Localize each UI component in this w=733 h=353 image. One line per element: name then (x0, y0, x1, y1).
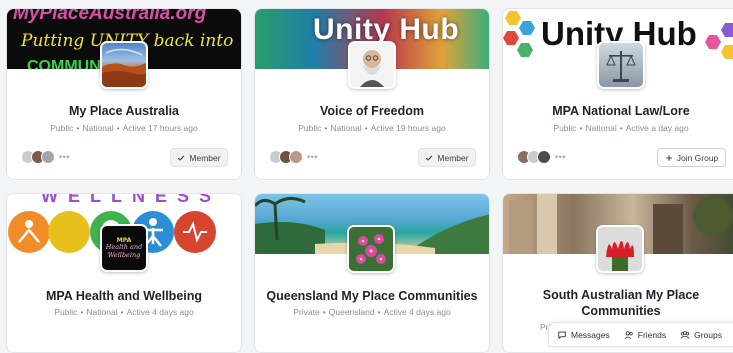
message-bubble-icon (558, 331, 566, 339)
more-icon: ••• (59, 152, 70, 162)
group-title[interactable]: Voice of Freedom (255, 103, 489, 119)
group-avatar[interactable] (597, 41, 645, 89)
group-scope: Queensland (328, 307, 375, 317)
group-title-line-2[interactable]: Communities (503, 303, 733, 319)
member-avatars[interactable]: ••• (517, 149, 566, 165)
group-scope: National (330, 123, 362, 133)
group-title[interactable]: My Place Australia (7, 103, 241, 119)
member-avatar (537, 150, 551, 164)
group-avatar[interactable] (596, 225, 644, 273)
group-activity: Active 4 days ago (383, 307, 451, 317)
group-avatar[interactable] (100, 41, 148, 89)
member-button[interactable]: Member (170, 148, 228, 167)
group-card-queensland-my-place-communities[interactable]: Queensland My Place Communities Private •… (254, 193, 490, 353)
avatar-text: Wellbeing (107, 250, 141, 259)
group-title[interactable]: South Australian My Place (503, 287, 733, 303)
group-privacy: Public (54, 307, 78, 317)
group-meta: Private • Queensland • Active 4 days ago (293, 307, 451, 317)
group-privacy: Public (553, 123, 577, 133)
group-scope: National (82, 123, 114, 133)
messages-button[interactable]: Messages (557, 330, 610, 340)
group-privacy: Public (298, 123, 322, 133)
groups-button[interactable]: Groups (680, 330, 722, 340)
group-meta: Public • National • Active 19 hours ago (298, 123, 446, 133)
groups-icon (680, 330, 690, 339)
outback-image-icon (102, 48, 146, 87)
groups-grid: MyPlaceAustralia.org Putting UNITY back … (0, 0, 733, 353)
group-avatar[interactable]: MPA Health and Wellbeing (100, 224, 148, 272)
group-card-my-place-australia[interactable]: MyPlaceAustralia.org Putting UNITY back … (6, 8, 242, 180)
friends-label: Friends (637, 329, 667, 340)
friends-icon (624, 330, 633, 339)
member-avatars[interactable]: ••• (269, 149, 318, 165)
group-activity: Active 17 hours ago (122, 123, 198, 133)
check-icon (426, 155, 433, 161)
check-icon (178, 155, 185, 161)
group-card-voice-of-freedom[interactable]: Unity Hub Voice of Freedom Public • Nation… (254, 8, 490, 180)
member-avatar (41, 150, 55, 164)
group-activity: Active 19 hours ago (370, 123, 446, 133)
member-button-label: Member (437, 152, 469, 163)
red-flower-icon (598, 227, 642, 271)
group-title[interactable]: MPA National Law/Lore (503, 103, 733, 119)
join-group-button-label: Join Group (676, 152, 719, 163)
group-avatar[interactable] (348, 41, 396, 89)
group-title[interactable]: Queensland My Place Communities (255, 288, 489, 304)
group-card-mpa-national-law-lore[interactable]: Unity Hub MPA National Law/Lore Public • N… (502, 8, 733, 180)
group-activity: Active 4 days ago (126, 307, 194, 317)
member-button[interactable]: Member (418, 148, 476, 167)
friends-button[interactable]: Friends (624, 330, 666, 340)
scales-of-justice-icon (606, 51, 636, 82)
group-meta: Public • National • Active a day ago (553, 123, 689, 133)
bottom-chat-bar: Messages Friends Groups (548, 322, 733, 347)
more-icon: ••• (307, 152, 318, 162)
group-title[interactable]: MPA Health and Wellbeing (7, 288, 241, 304)
group-privacy: Public (50, 123, 74, 133)
group-scope: National (86, 307, 118, 317)
orchid-flower-icon (349, 227, 393, 271)
group-privacy: Private (293, 307, 320, 317)
group-avatar[interactable] (347, 225, 395, 273)
group-activity: Active a day ago (625, 123, 689, 133)
group-scope: National (585, 123, 617, 133)
member-avatars[interactable]: ••• (21, 149, 70, 165)
group-meta: Public • National • Active 17 hours ago (50, 123, 198, 133)
more-icon: ••• (555, 152, 566, 162)
banner-text: MyPlaceAustralia.org (13, 9, 207, 24)
member-button-label: Member (189, 152, 221, 163)
bearded-man-icon (350, 43, 394, 87)
member-avatar (289, 150, 303, 164)
join-group-button[interactable]: Join Group (657, 148, 726, 167)
groups-label: Groups (694, 329, 722, 340)
group-card-mpa-health-and-wellbeing[interactable]: WELLNESS MPA Health and Wellbeing MPA He… (6, 193, 242, 353)
plus-icon (665, 154, 672, 161)
group-meta: Public • National • Active 4 days ago (54, 307, 194, 317)
messages-label: Messages (571, 329, 610, 340)
